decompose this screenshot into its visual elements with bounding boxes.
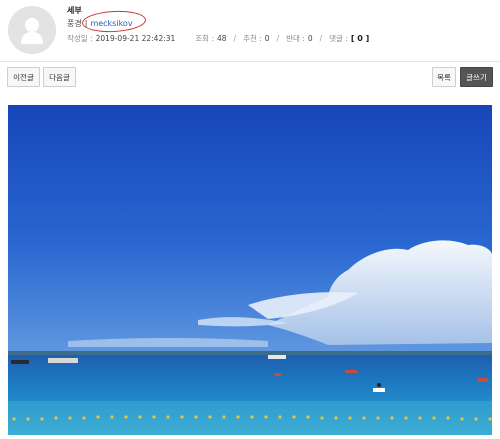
avatar[interactable]: [8, 6, 56, 54]
recommend-label: 추천 :: [243, 34, 262, 43]
author-category-label: 풍경: [67, 19, 82, 28]
comments-count: [ 0 ]: [350, 34, 370, 43]
post-title: 세부: [67, 6, 82, 15]
next-post-button[interactable]: 다음글: [43, 67, 76, 87]
meta-divider: /: [319, 34, 323, 43]
prev-post-button[interactable]: 이전글: [7, 67, 40, 87]
header-divider: [0, 61, 500, 62]
oppose-label: 반대 :: [286, 34, 305, 43]
meta-divider: /: [276, 34, 280, 43]
post-header: 세부 풍경 | mecksikov 작성일 : 2019-09-21 22:42…: [0, 0, 500, 62]
beach-seascape-photo: [8, 105, 492, 435]
list-button[interactable]: 목록: [432, 67, 456, 87]
oppose-count: 0: [307, 34, 313, 43]
write-button[interactable]: 글쓰기: [460, 67, 493, 87]
comments-label: 댓글 :: [329, 34, 348, 43]
meta-divider: /: [233, 34, 237, 43]
red-annotation-circle: [81, 9, 147, 34]
views-count: 48: [217, 34, 227, 43]
post-date: 2019-09-21 22:42:31: [95, 34, 176, 43]
default-user-avatar-icon: [8, 6, 56, 54]
date-label: 작성일 :: [67, 34, 93, 43]
views-label: 조회 :: [195, 34, 214, 43]
post-meta: 작성일 : 2019-09-21 22:42:31 조회 : 48 / 추천 :…: [67, 33, 369, 44]
recommend-count: 0: [264, 34, 270, 43]
post-image: [8, 105, 492, 435]
